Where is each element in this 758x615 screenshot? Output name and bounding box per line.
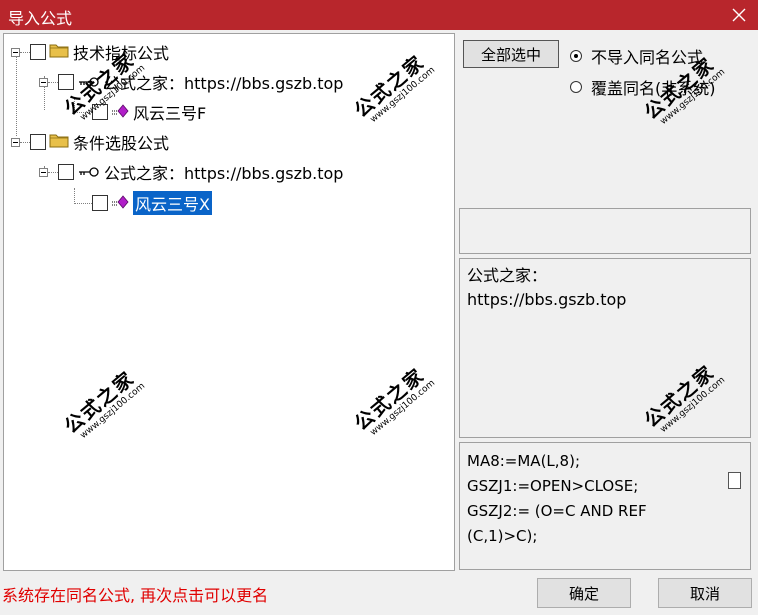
formula-code: MA8:=MA(L,8); GSZJ1:=OPEN>CLOSE; GSZJ2:=…: [467, 452, 647, 545]
formula-tree[interactable]: 技术指标公式 公式之家：https://bbs.gszb.top 风云三号F 条…: [3, 33, 455, 571]
code-scroll-checkbox[interactable]: [728, 472, 741, 489]
empty-info-box: [459, 208, 751, 254]
tree-node-label: 公式之家：https://bbs.gszb.top: [104, 164, 344, 183]
description-box: 公式之家： https://bbs.gszb.top: [459, 258, 751, 438]
formula-icon: [111, 103, 129, 122]
node-checkbox[interactable]: [58, 74, 74, 90]
radio-label: 覆盖同名(非系统): [591, 79, 716, 98]
node-checkbox[interactable]: [58, 164, 74, 180]
tree-node-author-1[interactable]: 公式之家：https://bbs.gszb.top: [39, 70, 343, 94]
tree-node-label: 公式之家：https://bbs.gszb.top: [104, 74, 344, 93]
status-message: 系统存在同名公式, 再次点击可以更名: [2, 586, 269, 605]
node-checkbox[interactable]: [92, 195, 108, 211]
tree-node-label: 风云三号X: [133, 191, 212, 215]
window-title: 导入公式: [8, 9, 73, 28]
formula-description: 公式之家： https://bbs.gszb.top: [467, 266, 627, 309]
select-all-button[interactable]: 全部选中: [463, 40, 559, 68]
collapse-toggle[interactable]: [39, 77, 48, 87]
tree-node-label: 风云三号F: [133, 104, 207, 123]
radio-label: 不导入同名公式: [591, 48, 704, 67]
title-bar: 导入公式: [0, 0, 758, 30]
collapse-toggle[interactable]: [11, 47, 20, 57]
radio-button[interactable]: [570, 81, 582, 93]
close-icon[interactable]: [726, 2, 752, 28]
radio-skip-duplicates[interactable]: 不导入同名公式: [570, 44, 703, 68]
node-checkbox[interactable]: [92, 104, 108, 120]
cancel-button[interactable]: 取消: [658, 578, 752, 608]
key-icon: [78, 163, 100, 182]
node-checkbox[interactable]: [30, 44, 46, 60]
node-checkbox[interactable]: [30, 134, 46, 150]
radio-overwrite-duplicates[interactable]: 覆盖同名(非系统): [570, 75, 716, 99]
code-box: MA8:=MA(L,8); GSZJ1:=OPEN>CLOSE; GSZJ2:=…: [459, 442, 751, 570]
collapse-toggle[interactable]: [39, 167, 48, 177]
ok-button[interactable]: 确定: [537, 578, 631, 608]
collapse-toggle[interactable]: [11, 137, 20, 147]
folder-icon: [49, 42, 69, 62]
tree-node-tech-indicators[interactable]: 技术指标公式: [11, 40, 169, 64]
formula-icon: [111, 194, 129, 213]
tree-node-formula-x[interactable]: 风云三号X: [74, 191, 212, 215]
key-icon: [78, 73, 100, 92]
tree-node-author-2[interactable]: 公式之家：https://bbs.gszb.top: [39, 160, 343, 184]
tree-node-stock-selection[interactable]: 条件选股公式: [11, 130, 169, 154]
radio-button[interactable]: [570, 50, 582, 62]
tree-node-label: 条件选股公式: [73, 134, 170, 153]
folder-icon: [49, 132, 69, 152]
tree-node-formula-f[interactable]: 风云三号F: [74, 100, 206, 124]
tree-node-label: 技术指标公式: [73, 44, 170, 63]
